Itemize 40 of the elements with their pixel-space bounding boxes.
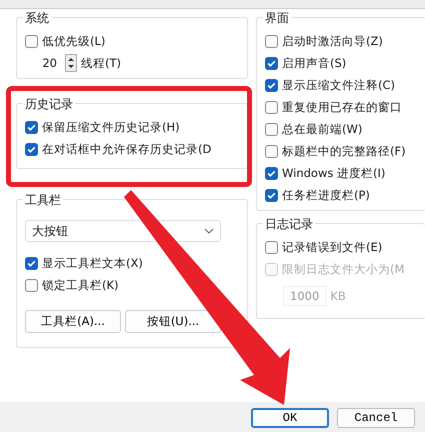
checkbox[interactable] — [25, 120, 38, 134]
checkbox[interactable] — [25, 142, 38, 156]
checkbox[interactable] — [265, 240, 278, 254]
checkbox-label: 标题栏中的完整路径(F) — [282, 144, 406, 158]
toolbar-button[interactable]: 按钮(U)... — [125, 310, 221, 333]
checkbox[interactable] — [265, 166, 278, 180]
checkbox-label: 显示工具栏文本(X) — [42, 256, 143, 270]
checkbox-label: 任务栏进度栏(P) — [282, 188, 370, 202]
checkbox[interactable] — [25, 256, 38, 270]
checkbox-label: 低优先级(L) — [42, 34, 106, 48]
checkbox-label: 显示压缩文件注释(C) — [282, 78, 396, 92]
group-title: 历史记录 — [23, 96, 75, 113]
checkbox-label: 限制日志文件大小为(M — [282, 262, 404, 276]
checkbox[interactable] — [25, 34, 38, 48]
checkbox-label: 锁定工具栏(K) — [42, 278, 119, 292]
chevron-down-icon — [204, 228, 214, 234]
checkbox[interactable] — [265, 34, 278, 48]
checkbox[interactable] — [25, 278, 38, 292]
checkbox-label: 启动时激活向导(Z) — [282, 34, 383, 48]
checkbox-label: 重复使用已存在的窗口 — [282, 100, 402, 114]
toolbar-button[interactable]: 工具栏(A)... — [25, 310, 121, 333]
unit-label: KB — [330, 289, 346, 303]
field-label: 线程(T) — [81, 56, 121, 70]
checkbox-label: 记录错误到文件(E) — [282, 240, 382, 254]
checkbox-label: 保留压缩文件历史记录(H) — [42, 120, 180, 134]
checkbox-label: 总在最前端(W) — [282, 122, 362, 136]
checkbox-label: 在对话框中允许保存历史记录(D — [42, 142, 212, 156]
checkbox[interactable] — [265, 188, 278, 202]
group-title: 工具栏 — [23, 192, 63, 209]
checkbox[interactable] — [265, 56, 278, 70]
checkbox[interactable] — [265, 122, 278, 136]
spin-buttons-icon[interactable] — [65, 54, 77, 72]
checkbox-label: 启用声音(S) — [282, 56, 346, 70]
checkbox[interactable] — [265, 78, 278, 92]
checkbox-label: Windows 进度栏(I) — [282, 166, 386, 180]
checkbox[interactable] — [265, 100, 278, 114]
spin-field[interactable]: 20 — [25, 54, 61, 72]
checkbox[interactable] — [265, 144, 278, 158]
cancel-button[interactable]: Cancel — [337, 408, 415, 428]
ok-button[interactable]: OK — [251, 408, 329, 428]
